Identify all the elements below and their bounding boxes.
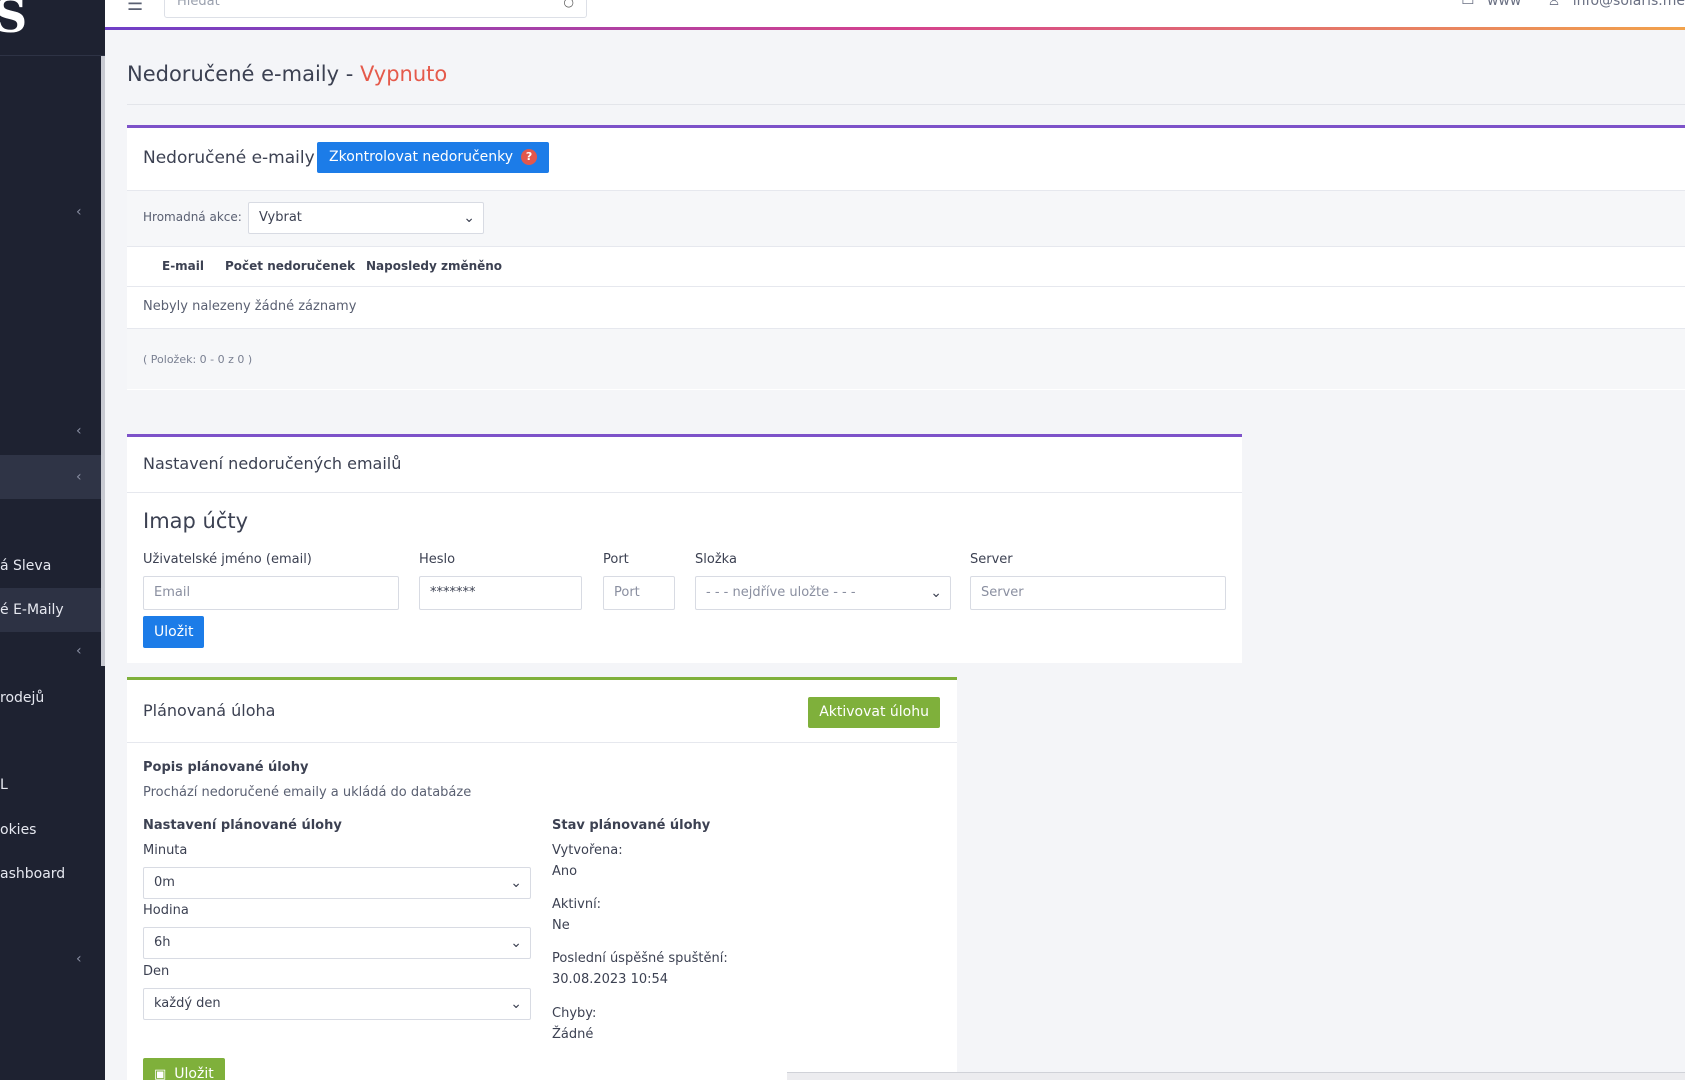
card-header: Nedoručené e-maily Zkontrolovat nedoruče… xyxy=(127,128,1685,191)
table-empty-row: Nebyly nalezeny žádné záznamy xyxy=(127,287,1685,329)
search-input[interactable]: Hledat ○ xyxy=(164,0,587,18)
activate-task-button[interactable]: Aktivovat úlohu xyxy=(808,697,940,728)
bulk-action-bar: Hromadná akce: Vybrat ⌄ xyxy=(127,191,1685,247)
chevron-left-icon[interactable]: ‹ xyxy=(76,204,82,220)
errors-label: Chyby: xyxy=(552,1006,597,1021)
save-icon: ▣ xyxy=(154,1067,167,1080)
www-link[interactable]: www xyxy=(1487,0,1521,9)
card-title: Nastavení nedoručených emailů xyxy=(143,454,402,473)
sidebar-item-prodeju[interactable]: rodejů xyxy=(0,676,101,720)
chevron-down-icon: ⌄ xyxy=(510,875,522,891)
imap-title: Imap účty xyxy=(143,509,249,533)
sidebar-item-highlight[interactable]: ‹ xyxy=(0,455,101,499)
minute-label: Minuta xyxy=(143,843,188,858)
server-field[interactable]: Server xyxy=(970,576,1226,610)
task-status-title: Stav plánované úlohy xyxy=(552,818,711,833)
hour-label: Hodina xyxy=(143,903,189,918)
user-menu[interactable]: info@solaris.me xyxy=(1573,0,1685,9)
password-field[interactable]: ******* xyxy=(419,576,582,610)
card-header: Plánovaná úloha Aktivovat úlohu xyxy=(127,680,957,743)
card-title: Nedoručené e-maily xyxy=(143,148,315,168)
last-run-value: 30.08.2023 10:54 xyxy=(552,972,669,987)
pagination-info: ( Položek: 0 - 0 z 0 ) xyxy=(127,329,1685,389)
sidebar-item-sleva[interactable]: á Sleva xyxy=(0,544,101,588)
help-icon[interactable]: ? xyxy=(521,149,538,165)
scheduled-task-card: Plánovaná úloha Aktivovat úlohu Popis pl… xyxy=(127,677,957,1080)
chevron-down-icon: ⌄ xyxy=(930,585,942,601)
sidebar-item-emaily[interactable]: é E-Maily xyxy=(0,588,101,632)
chevron-down-icon: ⌄ xyxy=(463,210,475,226)
hour-select[interactable]: 6h ⌄ xyxy=(143,927,531,959)
check-undelivered-button[interactable]: Zkontrolovat nedoručenky? xyxy=(317,142,550,173)
user-label: Uživatelské jméno (email) xyxy=(143,552,312,567)
sidebar-item-cookies[interactable]: okies xyxy=(0,808,101,852)
topbar-gradient xyxy=(105,27,1685,30)
save-task-button[interactable]: ▣ Uložit xyxy=(143,1058,225,1080)
chevron-left-icon[interactable]: ‹ xyxy=(76,455,82,499)
active-value: Ne xyxy=(552,918,570,933)
sidebar: S ‹ ‹ ‹ á Sleva é E-Maily ‹ rodejů L oki… xyxy=(0,0,105,1080)
settings-card: Nastavení nedoručených emailů Imap účty … xyxy=(127,434,1242,663)
day-label: Den xyxy=(143,964,170,979)
column-modified[interactable]: Naposledy změněno xyxy=(366,259,502,273)
task-settings-title: Nastavení plánované úlohy xyxy=(143,818,342,833)
bulk-action-select[interactable]: Vybrat ⌄ xyxy=(248,202,484,234)
search-icon[interactable]: ○ xyxy=(564,0,574,9)
user-icon[interactable]: ♙ xyxy=(1548,0,1561,9)
server-label: Server xyxy=(970,552,1013,567)
save-imap-button[interactable]: Uložit xyxy=(143,616,205,648)
card-header: Nastavení nedoručených emailů xyxy=(127,437,1242,493)
sidebar-scrollbar[interactable] xyxy=(101,56,105,666)
column-count[interactable]: Počet nedoručenek xyxy=(225,259,355,273)
email-field[interactable]: Email xyxy=(143,576,399,610)
created-value: Ano xyxy=(552,864,578,879)
folder-select[interactable]: - - - nejdříve uložte - - - ⌄ xyxy=(695,576,951,610)
table-header: E-mail Počet nedoručenek Naposledy změně… xyxy=(127,247,1685,287)
page-title: Nedoručené e-maily - Vypnuto xyxy=(127,62,448,86)
active-label: Aktivní: xyxy=(552,897,602,912)
port-label: Port xyxy=(603,552,629,567)
bulk-action-label: Hromadná akce: xyxy=(143,210,242,224)
task-desc-text: Prochází nedoručené emaily a ukládá do d… xyxy=(143,785,472,800)
password-label: Heslo xyxy=(419,552,456,567)
folder-label: Složka xyxy=(695,552,737,567)
column-email[interactable]: E-mail xyxy=(162,259,204,273)
chevron-down-icon: ⌄ xyxy=(510,996,522,1012)
status-off: Vypnuto xyxy=(359,62,448,86)
sidebar-item-l[interactable]: L xyxy=(0,763,101,807)
search-placeholder: Hledat xyxy=(177,0,220,9)
topbar-right: ▭ www ♙ info@solaris.me xyxy=(1453,0,1685,9)
status-bar xyxy=(787,1072,1685,1080)
minute-select[interactable]: 0m ⌄ xyxy=(143,867,531,899)
menu-icon[interactable]: ☰ xyxy=(127,0,143,15)
chevron-down-icon: ⌄ xyxy=(510,935,522,951)
errors-value: Žádné xyxy=(552,1027,594,1042)
divider xyxy=(127,104,1685,105)
card-title: Plánovaná úloha xyxy=(143,701,276,720)
topbar: ☰ Hledat ○ ▭ www ♙ info@solaris.me xyxy=(105,0,1685,30)
monitor-icon[interactable]: ▭ xyxy=(1461,0,1474,9)
created-label: Vytvořena: xyxy=(552,843,623,858)
chevron-left-icon[interactable]: ‹ xyxy=(76,643,82,659)
last-run-label: Poslední úspěšné spuštění: xyxy=(552,951,728,966)
undelivered-card: Nedoručené e-maily Zkontrolovat nedoruče… xyxy=(127,125,1685,390)
day-select[interactable]: každý den ⌄ xyxy=(143,988,531,1020)
port-field[interactable]: Port xyxy=(603,576,675,610)
chevron-left-icon[interactable]: ‹ xyxy=(76,423,82,439)
app-logo[interactable]: S xyxy=(0,0,105,56)
task-desc-title: Popis plánované úlohy xyxy=(143,760,309,775)
sidebar-item-dashboard[interactable]: ashboard xyxy=(0,852,101,896)
chevron-left-icon[interactable]: ‹ xyxy=(76,951,82,967)
